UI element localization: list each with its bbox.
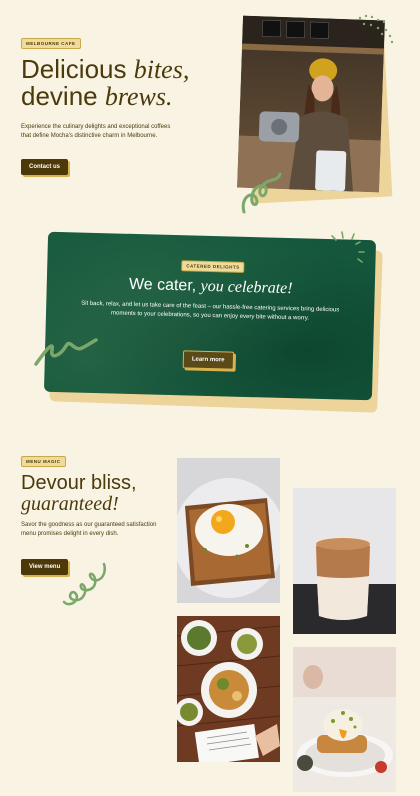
menu-badge: MENU MAGIC (21, 456, 66, 467)
egg-toast-photo (177, 458, 280, 603)
hero-dots-decoration (358, 14, 394, 44)
learn-more-button[interactable]: Learn more (182, 350, 234, 370)
menu-title-italic: guaranteed! (21, 493, 119, 515)
hero-title-line2-plain: devine (21, 81, 98, 111)
eggs-benedict-image (293, 647, 396, 792)
iced-coffee-image (293, 488, 396, 634)
menu-description: Savor the goodness as our guaranteed sat… (21, 522, 157, 537)
hero-title-line1-plain: Delicious (21, 54, 127, 84)
iced-coffee-photo (293, 488, 396, 634)
egg-toast-image (177, 458, 280, 603)
hero-title: Delicious bites, devine brews. (21, 54, 221, 111)
menu-title: Devour bliss, guaranteed! (21, 473, 137, 515)
banner-squiggle-decoration (34, 338, 98, 366)
hero-description: Experience the culinary delights and exc… (21, 124, 171, 139)
catering-title-italic: you celebrate! (200, 277, 293, 298)
hero-squiggle-decoration (241, 172, 282, 214)
banner-sparkle-decoration (331, 231, 365, 263)
hero-title-line1-italic: bites, (133, 55, 190, 84)
menu-title-plain: Devour bliss, (21, 472, 137, 494)
hero-title-line2-italic: brews. (104, 82, 173, 111)
eggs-benedict-photo (293, 647, 396, 792)
shared-plates-image (177, 616, 280, 762)
catering-badge: CATERED DELIGHTS (181, 260, 245, 273)
menu-squiggle-decoration (62, 562, 106, 606)
contact-us-button[interactable]: Contact us (21, 159, 69, 175)
hero-badge: MELBOURNE CAFE (21, 38, 81, 49)
catering-title-plain: We cater, (128, 275, 197, 295)
shared-plates-photo (177, 616, 280, 762)
